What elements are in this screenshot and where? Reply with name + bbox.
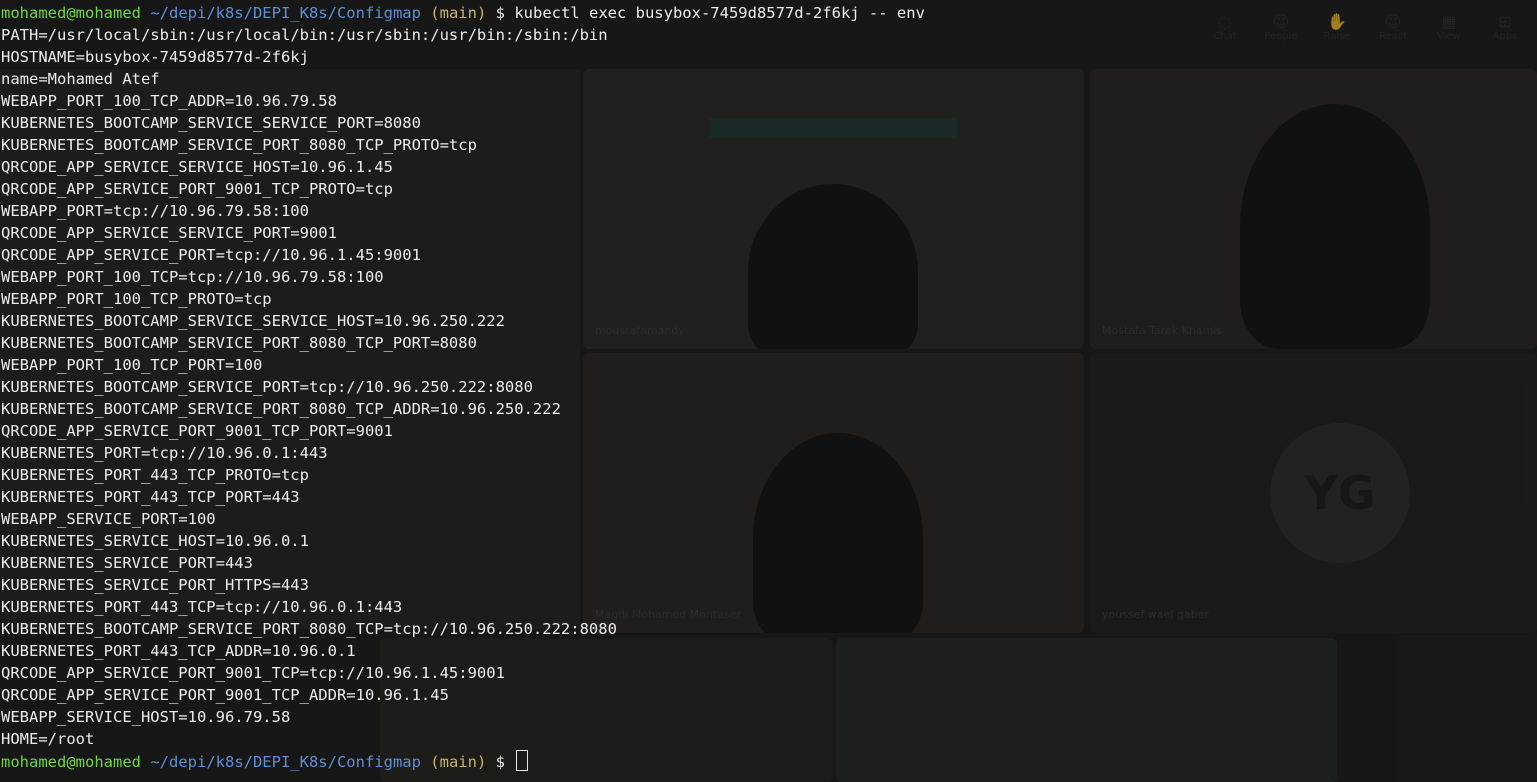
output-line: KUBERNETES_BOOTCAMP_SERVICE_PORT_8080_TC… xyxy=(1,334,477,352)
output-line: WEBAPP_SERVICE_PORT=100 xyxy=(1,510,216,528)
prompt-user: mohamed@mohamed xyxy=(1,753,141,771)
output-line: WEBAPP_PORT_100_TCP_PROTO=tcp xyxy=(1,290,272,308)
output-line: KUBERNETES_BOOTCAMP_SERVICE_PORT_8080_TC… xyxy=(1,136,477,154)
output-line: KUBERNETES_SERVICE_HOST=10.96.0.1 xyxy=(1,532,309,550)
output-line: KUBERNETES_PORT=tcp://10.96.0.1:443 xyxy=(1,444,328,462)
output-line: QRCODE_APP_SERVICE_PORT_9001_TCP=tcp://1… xyxy=(1,664,505,682)
output-line: KUBERNETES_BOOTCAMP_SERVICE_SERVICE_HOST… xyxy=(1,312,505,330)
output-line: KUBERNETES_PORT_443_TCP_PROTO=tcp xyxy=(1,466,309,484)
prompt-symbol: $ xyxy=(495,4,505,22)
output-line: KUBERNETES_BOOTCAMP_SERVICE_PORT=tcp://1… xyxy=(1,378,533,396)
output-line: KUBERNETES_SERVICE_PORT_HTTPS=443 xyxy=(1,576,309,594)
output-line: QRCODE_APP_SERVICE_SERVICE_PORT=9001 xyxy=(1,224,337,242)
output-line: QRCODE_APP_SERVICE_PORT_9001_TCP_PORT=90… xyxy=(1,422,393,440)
output-line: KUBERNETES_SERVICE_PORT=443 xyxy=(1,554,253,572)
output-line: QRCODE_APP_SERVICE_PORT_9001_TCP_PROTO=t… xyxy=(1,180,393,198)
output-line: KUBERNETES_BOOTCAMP_SERVICE_PORT_8080_TC… xyxy=(1,400,561,418)
command-text: kubectl exec busybox-7459d8577d-2f6kj --… xyxy=(514,4,925,22)
output-line: KUBERNETES_PORT_443_TCP=tcp://10.96.0.1:… xyxy=(1,598,403,616)
active-prompt-line[interactable]: mohamed@mohamed ~/depi/k8s/DEPI_K8s/Conf… xyxy=(1,750,1537,772)
prompt-branch: (main) xyxy=(430,4,487,22)
prompt-branch: (main) xyxy=(430,753,487,771)
prompt-user: mohamed@mohamed xyxy=(1,4,141,22)
output-line: KUBERNETES_BOOTCAMP_SERVICE_PORT_8080_TC… xyxy=(1,620,617,638)
output-line: QRCODE_APP_SERVICE_SERVICE_HOST=10.96.1.… xyxy=(1,158,393,176)
prompt-path: ~/depi/k8s/DEPI_K8s/Configmap xyxy=(150,753,421,771)
output-line: KUBERNETES_BOOTCAMP_SERVICE_SERVICE_PORT… xyxy=(1,114,421,132)
command-line: mohamed@mohamed ~/depi/k8s/DEPI_K8s/Conf… xyxy=(1,2,1537,24)
output-line: WEBAPP_PORT=tcp://10.96.79.58:100 xyxy=(1,202,309,220)
output-line: HOME=/root xyxy=(1,730,95,748)
prompt-path: ~/depi/k8s/DEPI_K8s/Configmap xyxy=(150,4,421,22)
terminal-window[interactable]: mohamed@mohamed ~/depi/k8s/DEPI_K8s/Conf… xyxy=(0,0,1537,782)
terminal-cursor[interactable] xyxy=(516,750,529,771)
output-line: HOSTNAME=busybox-7459d8577d-2f6kj xyxy=(1,48,309,66)
prompt-symbol: $ xyxy=(495,753,505,771)
output-line: WEBAPP_PORT_100_TCP_PORT=100 xyxy=(1,356,263,374)
output-line: WEBAPP_PORT_100_TCP_ADDR=10.96.79.58 xyxy=(1,92,337,110)
output-line: name=Mohamed Atef xyxy=(1,70,160,88)
output-line: WEBAPP_SERVICE_HOST=10.96.79.58 xyxy=(1,708,291,726)
output-line: QRCODE_APP_SERVICE_PORT_9001_TCP_ADDR=10… xyxy=(1,686,449,704)
output-line: WEBAPP_PORT_100_TCP=tcp://10.96.79.58:10… xyxy=(1,268,384,286)
command-output: PATH=/usr/local/sbin:/usr/local/bin:/usr… xyxy=(1,24,1537,750)
output-line: QRCODE_APP_SERVICE_PORT=tcp://10.96.1.45… xyxy=(1,246,421,264)
output-line: KUBERNETES_PORT_443_TCP_PORT=443 xyxy=(1,488,300,506)
output-line: KUBERNETES_PORT_443_TCP_ADDR=10.96.0.1 xyxy=(1,642,356,660)
output-line: PATH=/usr/local/sbin:/usr/local/bin:/usr… xyxy=(1,26,608,44)
